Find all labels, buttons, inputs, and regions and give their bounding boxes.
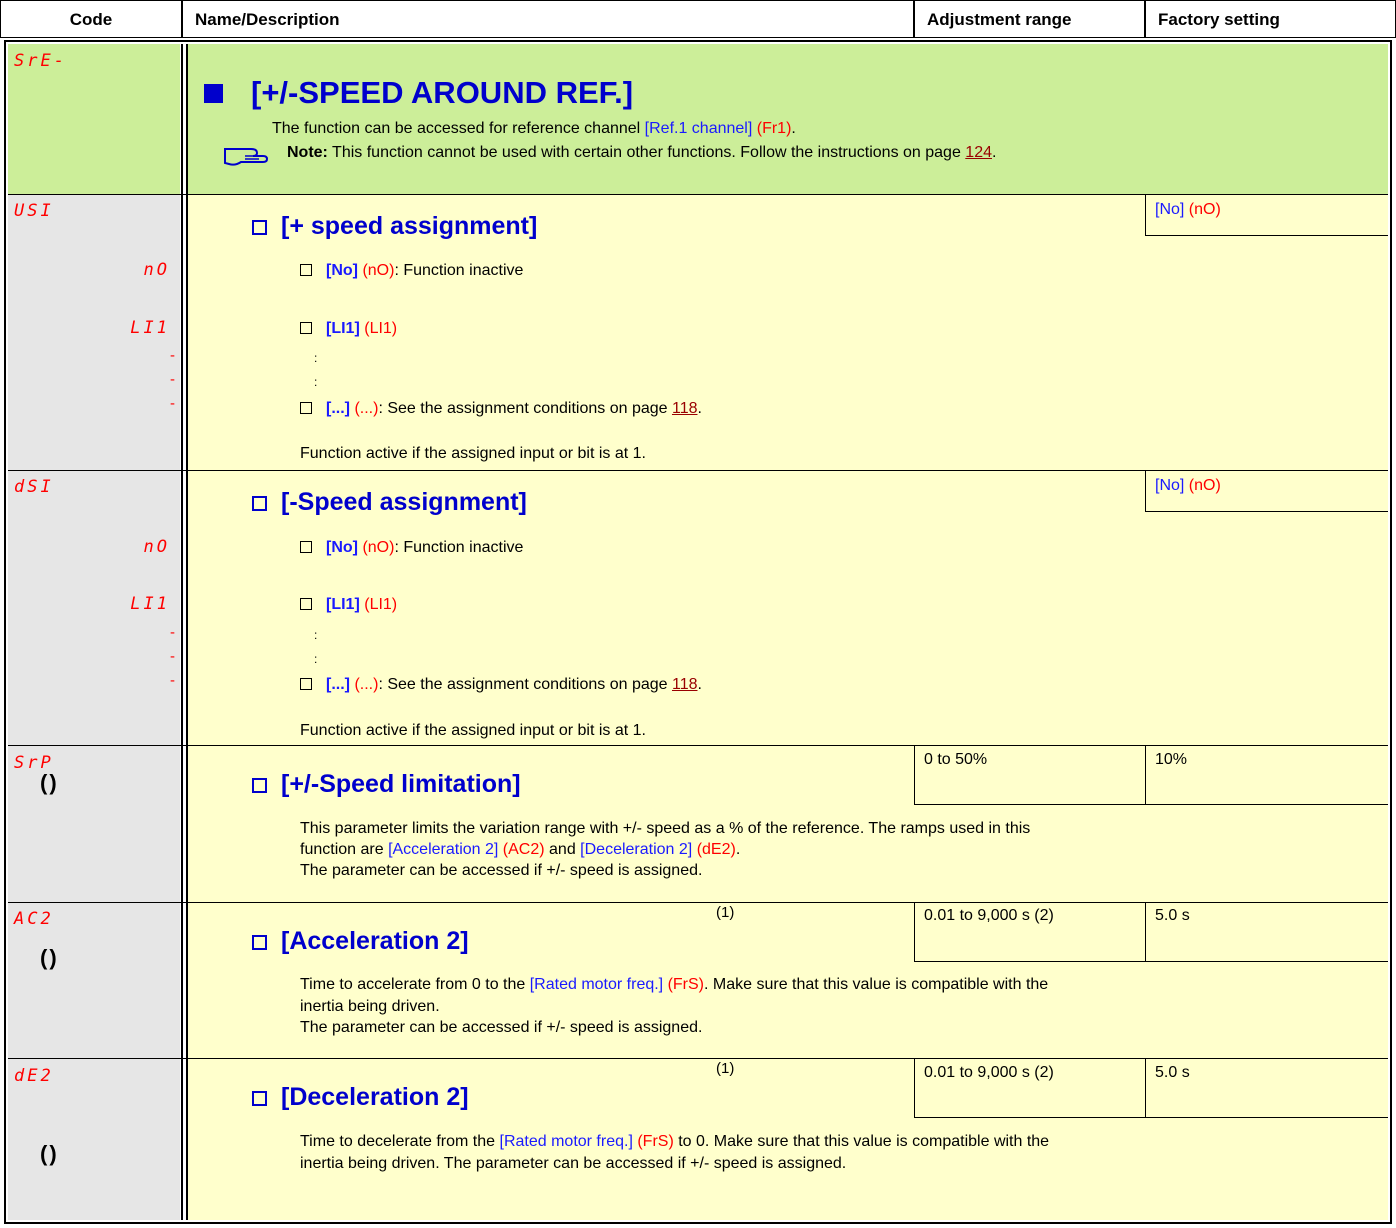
ac2-desc-line2: inertia being driven. — [300, 998, 440, 1015]
srp-desc-line1: This parameter limits the variation rang… — [300, 820, 1031, 837]
change-while-running-icon: () — [40, 1141, 59, 1166]
srp-title: [+/-Speed limitation] — [252, 770, 521, 799]
usi-option-li1: [LI1] (LI1) — [300, 320, 397, 338]
dash: - — [170, 672, 175, 689]
dsi-factory-setting: [No] (nO) — [1155, 477, 1221, 494]
srp-desc-line3: The parameter can be accessed if +/- spe… — [300, 862, 703, 879]
dsi-option-li1: [LI1] (LI1) — [300, 596, 397, 614]
ellipsis-dots: : — [314, 628, 318, 642]
ac2-factory: 5.0 s — [1155, 907, 1190, 924]
ellipsis-dots: : — [314, 351, 318, 365]
de2-desc-line2: inertia being driven. The parameter can … — [300, 1155, 847, 1172]
menu-title: [+/-SPEED AROUND REF.] — [204, 75, 633, 111]
srp-range: 0 to 50% — [924, 751, 988, 768]
dash: - — [170, 648, 175, 665]
pointing-hand-icon — [223, 139, 269, 169]
dsi-option-no: [No] (nO): Function inactive — [300, 539, 523, 557]
usi-code: USI — [14, 201, 54, 221]
dsi-opt2-code: LI1 — [130, 594, 170, 614]
param-box-icon — [252, 496, 267, 511]
usi-option-no: [No] (nO): Function inactive — [300, 262, 523, 280]
dash: - — [170, 624, 175, 641]
ac2-note: (1) — [716, 904, 735, 921]
dsi-title: [-Speed assignment] — [252, 488, 527, 517]
dsi-opt1-code: nO — [143, 537, 170, 557]
option-box-icon — [300, 541, 312, 553]
cell-divider — [1145, 1058, 1146, 1118]
page-link[interactable]: 118 — [672, 400, 698, 417]
de2-code: dE2 — [14, 1066, 54, 1086]
dsi-code: dSI — [14, 477, 54, 497]
menu-description: The function can be accessed for referen… — [272, 120, 796, 137]
srp-factory: 10% — [1155, 751, 1188, 768]
cell-divider — [1145, 745, 1146, 805]
header-name: Name/Description — [182, 0, 914, 38]
option-box-icon — [300, 402, 312, 414]
menu-code: SrE- — [14, 51, 67, 71]
usi-factory-setting: [No] (nO) — [1155, 201, 1221, 218]
menu-title-cell — [188, 44, 1388, 194]
srp-desc-line2: function are [Acceleration 2] (AC2) and … — [300, 841, 741, 858]
page-link[interactable]: 118 — [672, 676, 698, 693]
option-box-icon — [300, 322, 312, 334]
ac2-code: AC2 — [14, 909, 54, 929]
ellipsis-dots: : — [314, 375, 318, 389]
usi-option-more: [...] (...): See the assignment conditio… — [300, 400, 702, 418]
change-while-running-icon: () — [40, 945, 59, 970]
usi-opt1-code: nO — [143, 260, 170, 280]
ac2-range: 0.01 to 9,000 s (2) — [924, 907, 1054, 924]
ac2-desc-line3: The parameter can be accessed if +/- spe… — [300, 1019, 703, 1036]
param-box-icon — [252, 935, 267, 950]
param-box-icon — [252, 220, 267, 235]
dash: - — [170, 347, 175, 364]
dsi-footer: Function active if the assigned input or… — [300, 722, 646, 739]
usi-title: [+ speed assignment] — [252, 212, 537, 241]
ac2-desc-line1: Time to accelerate from 0 to the [Rated … — [300, 976, 1049, 993]
cell-divider — [1145, 902, 1146, 962]
option-box-icon — [300, 678, 312, 690]
de2-range: 0.01 to 9,000 s (2) — [924, 1064, 1054, 1081]
de2-title: [Deceleration 2] — [252, 1083, 469, 1112]
dsi-option-more: [...] (...): See the assignment conditio… — [300, 676, 702, 694]
de2-note: (1) — [716, 1060, 735, 1077]
menu-note: Note: This function cannot be used with … — [287, 144, 997, 161]
de2-factory: 5.0 s — [1155, 1064, 1190, 1081]
header-range: Adjustment range — [914, 0, 1145, 38]
option-box-icon — [300, 264, 312, 276]
param-box-icon — [252, 1091, 267, 1106]
header-code: Code — [0, 0, 182, 38]
change-while-running-icon: () — [40, 770, 59, 795]
ellipsis-dots: : — [314, 652, 318, 666]
usi-footer: Function active if the assigned input or… — [300, 445, 646, 462]
header-factory: Factory setting — [1145, 0, 1396, 38]
column-divider — [181, 44, 183, 1220]
dash: - — [170, 371, 175, 388]
column-divider — [186, 44, 188, 1220]
ac2-title: [Acceleration 2] — [252, 927, 469, 956]
dash: - — [170, 395, 175, 412]
menu-square-icon — [204, 84, 223, 103]
de2-desc-line1: Time to decelerate from the [Rated motor… — [300, 1133, 1050, 1150]
option-box-icon — [300, 598, 312, 610]
page-link[interactable]: 124 — [965, 144, 992, 161]
usi-opt2-code: LI1 — [130, 318, 170, 338]
param-box-icon — [252, 778, 267, 793]
